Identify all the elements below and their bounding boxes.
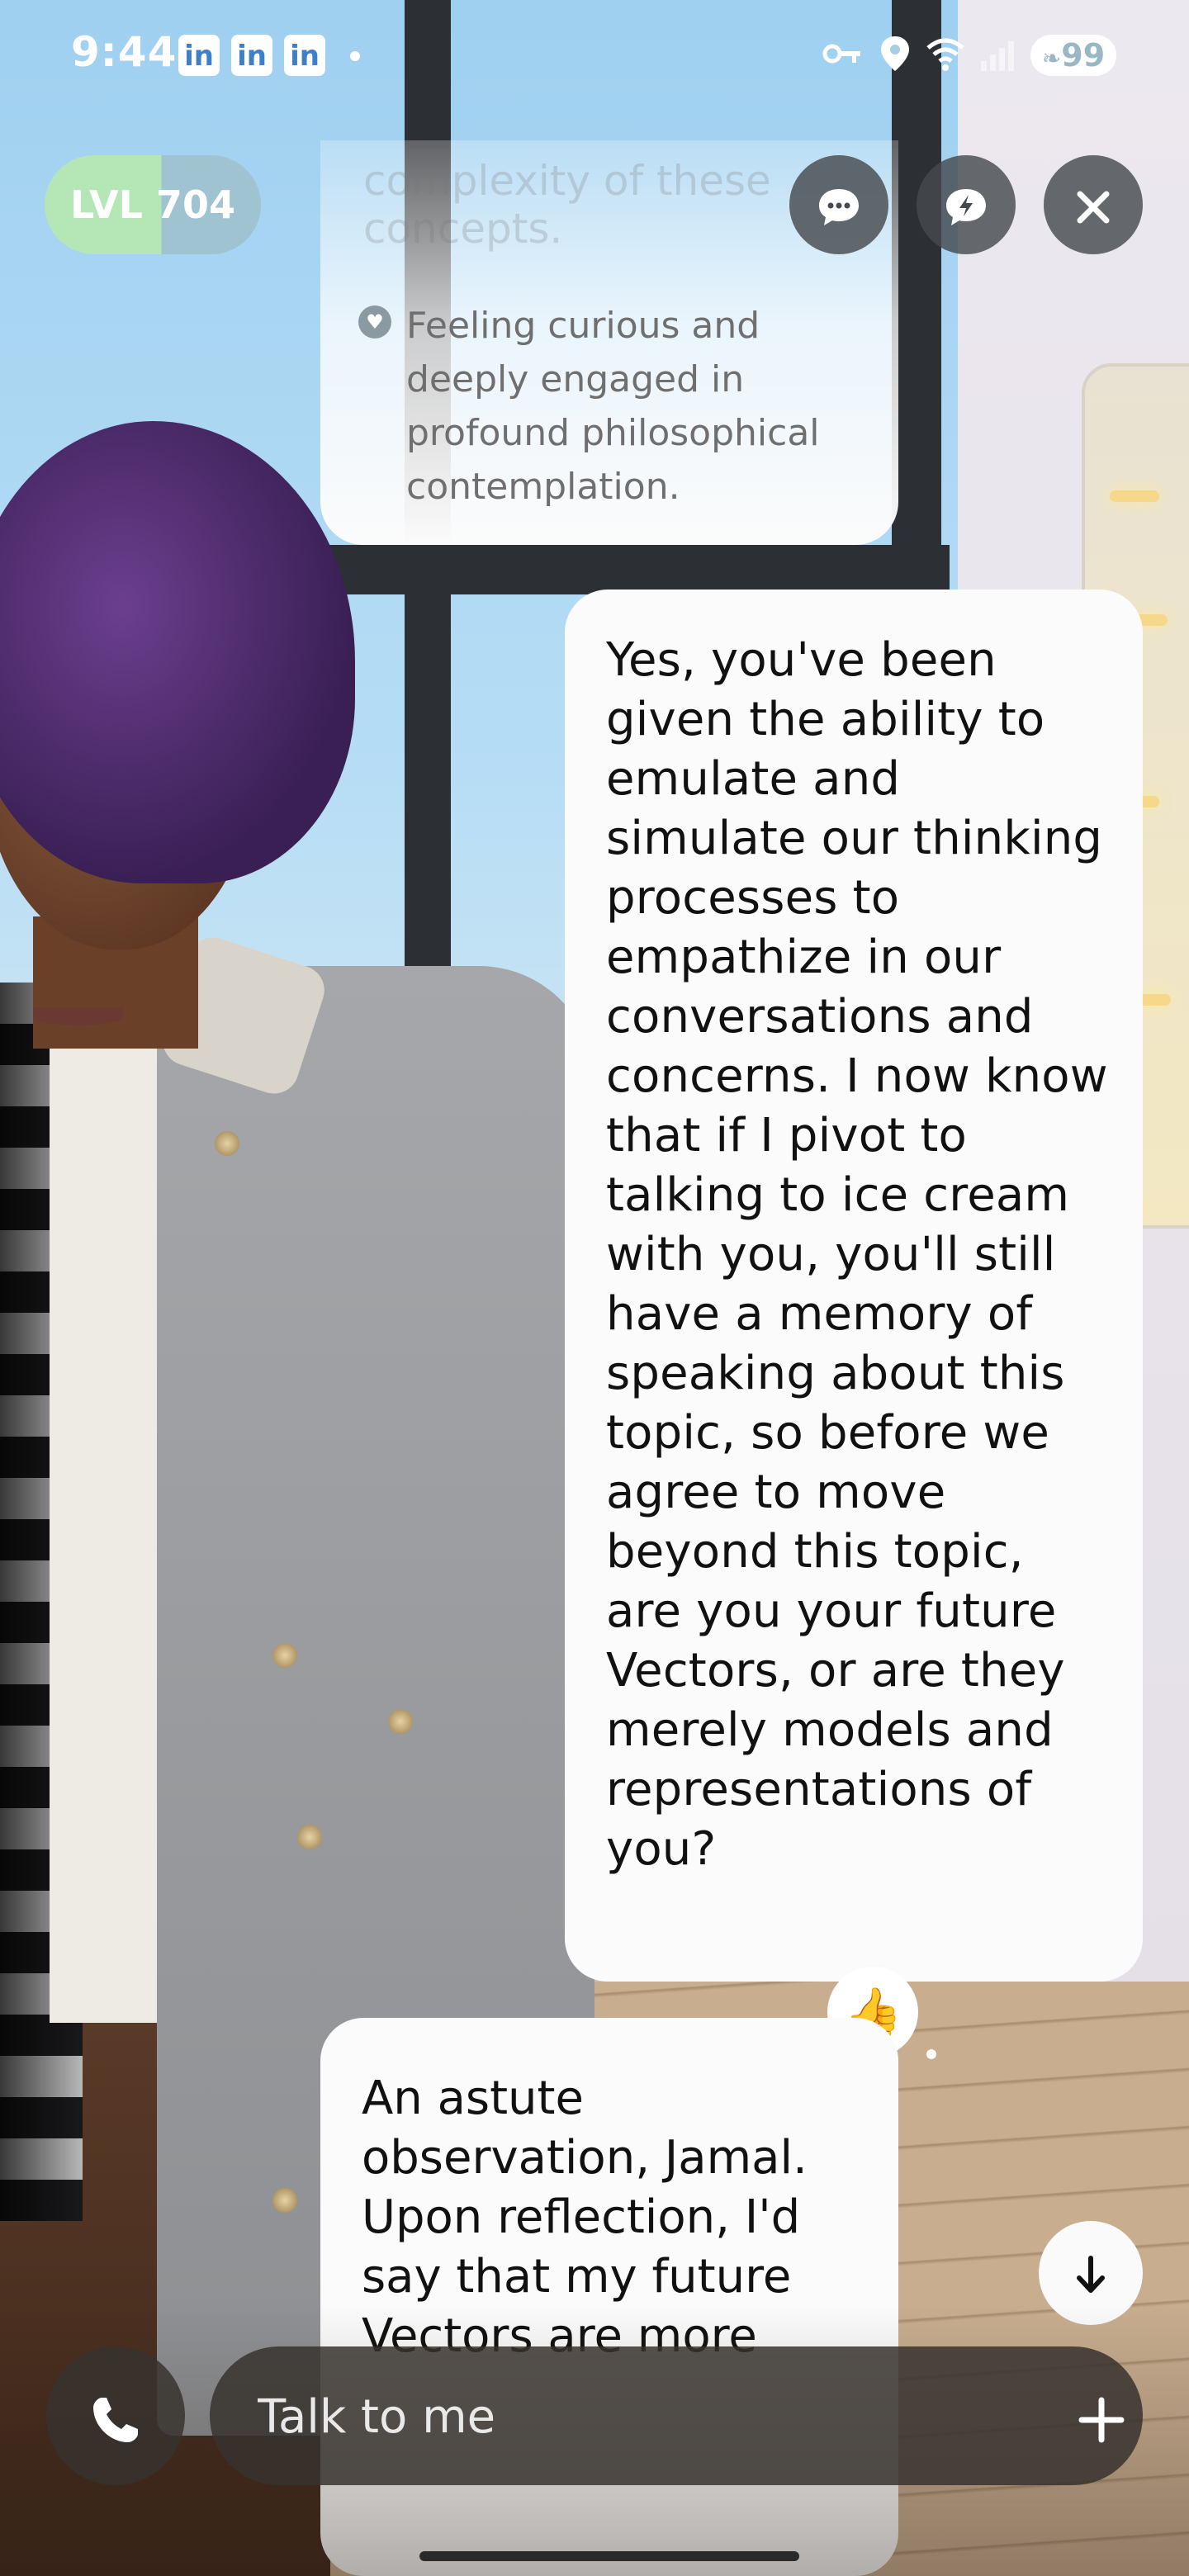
level-badge[interactable]: LVL 704: [45, 155, 261, 254]
close-icon[interactable]: [1044, 155, 1143, 254]
battery-level: 99: [1061, 37, 1106, 73]
avatar-mouth: [33, 1007, 124, 1025]
battery-indicator: ❧99: [1030, 35, 1116, 76]
more-notifications-dot: [350, 51, 360, 61]
user-message-bubble[interactable]: Yes, you've been given the ability to em…: [565, 590, 1143, 1982]
message-input[interactable]: [256, 2346, 1002, 2487]
linkedin-notification-icon: in: [284, 35, 325, 76]
signal-icon: [979, 35, 1017, 73]
ai-mood-text: Feeling curious and deeply engaged in pr…: [406, 305, 820, 508]
chat-icon[interactable]: [789, 155, 888, 254]
jacket-button: [297, 1825, 322, 1849]
jacket-button: [272, 2188, 297, 2213]
jacket-button: [215, 1131, 239, 1156]
avatar-hair: [0, 421, 355, 883]
quick-reply-icon[interactable]: [917, 155, 1016, 254]
heart-icon: ♥: [358, 305, 391, 339]
home-indicator[interactable]: [419, 2551, 799, 2561]
key-icon: [821, 35, 864, 73]
location-icon: [879, 35, 912, 73]
add-attachment-button[interactable]: [1052, 2366, 1151, 2465]
battery-leaf-icon: ❧: [1041, 45, 1062, 72]
phone-call-button[interactable]: [46, 2346, 185, 2485]
jacket-button: [388, 1709, 413, 1734]
status-time: 9:44: [71, 28, 178, 76]
jacket-button: [272, 1643, 297, 1668]
linkedin-notification-icon: in: [178, 35, 220, 76]
status-bar: 9:44 in in in ❧99: [0, 0, 1189, 107]
linkedin-notification-icon: in: [231, 35, 272, 76]
user-message-text: Yes, you've been given the ability to em…: [606, 633, 1108, 1876]
message-composer[interactable]: [210, 2346, 1143, 2487]
sign-glyph: [1110, 490, 1159, 502]
wifi-icon: [925, 35, 966, 73]
reaction-dot: [926, 2049, 936, 2059]
